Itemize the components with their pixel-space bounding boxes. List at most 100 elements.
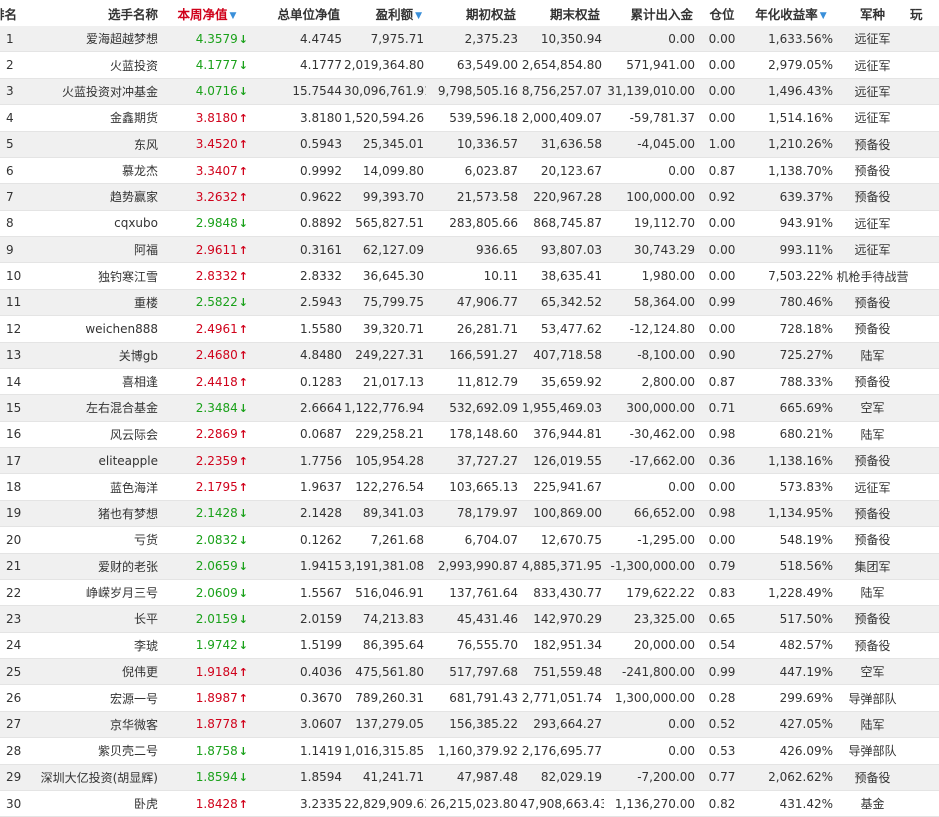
table-row: 5 东风 3.4520↑ 0.5943 25,345.01 10,336.57 31,636…: [0, 131, 939, 158]
division-cell: 集团军: [835, 553, 910, 580]
week-nav-value: 1.9184: [195, 664, 238, 679]
name-cell[interactable]: 风云际会: [32, 421, 162, 449]
name-cell[interactable]: 亏货: [32, 526, 162, 554]
name-cell[interactable]: 峥嵘岁月三号: [32, 579, 162, 607]
rank-cell: 17: [0, 447, 32, 475]
table-row: 2 火蓝投资 4.1777↓ 4.1777 2,019,364.80 63,549.00 2…: [0, 51, 939, 79]
name-cell[interactable]: 独钓寒江雪: [32, 262, 162, 290]
week-nav-value: 1.8987: [195, 691, 238, 706]
end-equity-cell: 225,941.67: [520, 473, 604, 501]
rank-cell: 1: [0, 26, 32, 53]
start-equity-cell: 45,431.46: [426, 605, 520, 633]
name-cell[interactable]: cqxubo: [32, 210, 162, 238]
name-cell[interactable]: 蓝色海洋: [32, 473, 162, 501]
profit-cell: 516,046.91: [344, 579, 426, 607]
name-cell[interactable]: 阿福: [32, 236, 162, 264]
extra-cell: [910, 394, 939, 422]
sort-desc-icon[interactable]: ▼: [415, 11, 422, 21]
start-equity-cell: 2,375.23: [426, 26, 520, 53]
week-nav-cell: 2.1428↓: [162, 500, 252, 528]
extra-cell: [910, 684, 939, 712]
name-cell[interactable]: 紫贝壳二号: [32, 737, 162, 765]
rank-cell: 10: [0, 262, 32, 290]
header-profit[interactable]: 盈利额 ▼: [344, 0, 426, 26]
arrow-up-icon: ↑: [238, 243, 248, 257]
name-cell[interactable]: 喜相逢: [32, 368, 162, 396]
name-cell[interactable]: 卧虎: [32, 790, 162, 817]
header-week-nav[interactable]: 本周净值 ▼: [162, 0, 252, 26]
name-cell[interactable]: 重楼: [32, 289, 162, 317]
end-equity-cell: 2,176,695.77: [520, 737, 604, 765]
name-cell[interactable]: 猪也有梦想: [32, 500, 162, 528]
name-cell[interactable]: 李琥: [32, 632, 162, 660]
end-equity-cell: 868,745.87: [520, 210, 604, 238]
name-cell[interactable]: 宏源一号: [32, 684, 162, 712]
end-equity-cell: 53,477.62: [520, 315, 604, 343]
name-cell[interactable]: 火蓝投资: [32, 51, 162, 79]
arrow-down-icon: ↓: [238, 401, 248, 415]
name-cell[interactable]: 左右混合基金: [32, 394, 162, 422]
end-equity-cell: 47,908,663.43: [520, 790, 604, 817]
name-cell[interactable]: 京华微客: [32, 711, 162, 739]
extra-cell: [910, 553, 939, 580]
division-cell: 预备役: [835, 500, 910, 528]
position-cell: 0.83: [697, 579, 747, 607]
sort-desc-icon[interactable]: ▼: [230, 11, 237, 21]
name-cell[interactable]: 趋势赢家: [32, 183, 162, 211]
extra-cell: [910, 658, 939, 686]
rank-cell: 26: [0, 684, 32, 712]
end-equity-cell: 833,430.77: [520, 579, 604, 607]
annual-return-cell: 2,979.05%: [747, 51, 835, 79]
header-annual-return[interactable]: 年化收益率 ▼: [747, 0, 835, 26]
arrow-down-icon: ↓: [238, 560, 248, 574]
header-division: 军种: [835, 0, 910, 26]
start-equity-cell: 21,573.58: [426, 183, 520, 211]
week-nav-value: 1.8428: [195, 796, 238, 811]
annual-return-cell: 1,210.26%: [747, 131, 835, 158]
annual-return-cell: 1,134.95%: [747, 500, 835, 528]
cumulative-flow-cell: -8,100.00: [604, 342, 697, 369]
name-cell[interactable]: weichen888: [32, 315, 162, 343]
cumulative-flow-cell: 30,743.29: [604, 236, 697, 264]
name-cell[interactable]: eliteapple: [32, 447, 162, 475]
week-nav-cell: 1.8594↓: [162, 764, 252, 791]
cumulative-flow-cell: 19,112.70: [604, 210, 697, 238]
name-cell[interactable]: 关博gb: [32, 342, 162, 369]
week-nav-cell: 1.8758↓: [162, 737, 252, 765]
profit-cell: 2,019,364.80: [344, 51, 426, 79]
profit-cell: 41,241.71: [344, 764, 426, 791]
name-cell[interactable]: 深圳大亿投资(胡显辉): [32, 764, 162, 791]
name-cell[interactable]: 倪伟更: [32, 658, 162, 686]
profit-cell: 475,561.80: [344, 658, 426, 686]
division-cell: 远征军: [835, 78, 910, 106]
name-cell[interactable]: 慕龙杰: [32, 157, 162, 185]
arrow-up-icon: ↑: [238, 190, 248, 204]
start-equity-cell: 2,993,990.87: [426, 553, 520, 580]
name-cell[interactable]: 火蓝投资对冲基金: [32, 78, 162, 106]
annual-return-cell: 680.21%: [747, 421, 835, 449]
week-nav-cell: 2.5822↓: [162, 289, 252, 317]
sort-desc-icon[interactable]: ▼: [820, 11, 827, 21]
profit-cell: 22,829,909.63: [344, 790, 426, 817]
cumulative-flow-cell: -1,295.00: [604, 526, 697, 554]
rank-cell: 19: [0, 500, 32, 528]
name-cell[interactable]: 爱海超越梦想: [32, 26, 162, 53]
name-cell[interactable]: 东风: [32, 131, 162, 158]
name-cell[interactable]: 金鑫期货: [32, 104, 162, 132]
cumulative-flow-cell: 1,980.00: [604, 262, 697, 290]
table-row: 28 紫贝壳二号 1.8758↓ 1.1419 1,016,315.85 1,160,37…: [0, 737, 939, 765]
annual-return-cell: 1,228.49%: [747, 579, 835, 607]
position-cell: 0.00: [697, 210, 747, 238]
division-cell: 预备役: [835, 131, 910, 158]
week-nav-cell: 2.8332↑: [162, 262, 252, 290]
week-nav-cell: 2.2869↑: [162, 421, 252, 449]
table-row: 7 趋势赢家 3.2632↑ 0.9622 99,393.70 21,573.58 220,…: [0, 183, 939, 211]
position-cell: 0.36: [697, 447, 747, 475]
name-cell[interactable]: 长平: [32, 605, 162, 633]
end-equity-cell: 142,970.29: [520, 605, 604, 633]
name-cell[interactable]: 爱财的老张: [32, 553, 162, 580]
rank-cell: 29: [0, 764, 32, 791]
arrow-down-icon: ↓: [238, 639, 248, 653]
division-cell: 预备役: [835, 157, 910, 185]
extra-cell: [910, 131, 939, 158]
